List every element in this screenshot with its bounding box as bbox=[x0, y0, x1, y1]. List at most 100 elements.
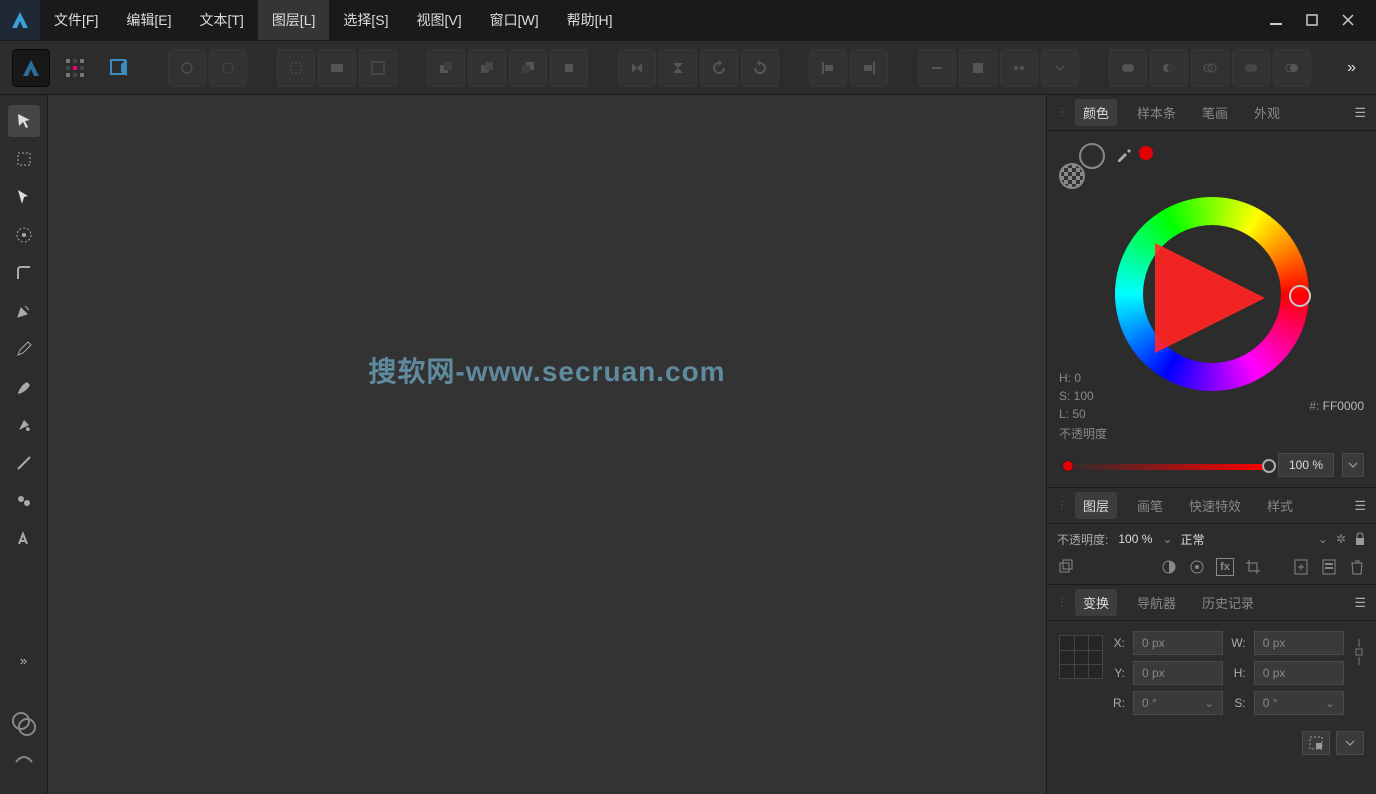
pen-tool[interactable] bbox=[8, 295, 40, 327]
menu-layer[interactable]: 图层[L] bbox=[258, 0, 330, 40]
pencil-tool[interactable] bbox=[8, 333, 40, 365]
opacity-slider[interactable] bbox=[1065, 464, 1270, 470]
shape-tool[interactable] bbox=[8, 485, 40, 517]
tab-appearance[interactable]: 外观 bbox=[1248, 99, 1286, 126]
align-right-button[interactable] bbox=[850, 49, 888, 87]
new-group-icon[interactable] bbox=[1320, 558, 1338, 576]
swap-colors-icon[interactable] bbox=[8, 746, 40, 778]
menu-select[interactable]: 选择[S] bbox=[329, 0, 402, 40]
crop-icon[interactable] bbox=[1244, 558, 1262, 576]
canvas[interactable]: 搜软网-www.secruan.com bbox=[48, 95, 1046, 794]
gear-icon[interactable]: ✲ bbox=[1336, 532, 1346, 546]
tab-transform[interactable]: 变换 bbox=[1075, 589, 1117, 616]
bool-divide-button[interactable] bbox=[1273, 49, 1311, 87]
r-input[interactable]: 0 °⌄ bbox=[1133, 691, 1223, 715]
transparency-tool[interactable] bbox=[8, 447, 40, 479]
arrange-back-button[interactable] bbox=[427, 49, 465, 87]
transform-panel-menu-icon[interactable]: ☰ bbox=[1354, 595, 1366, 611]
tool-overflow-button[interactable]: » bbox=[8, 644, 40, 676]
menu-edit[interactable]: 编辑[E] bbox=[112, 0, 185, 40]
dropdown-button[interactable] bbox=[1336, 731, 1364, 755]
snap-button-2[interactable] bbox=[959, 49, 997, 87]
persona-export-button[interactable] bbox=[100, 49, 138, 87]
flip-v-button[interactable] bbox=[659, 49, 697, 87]
h-input[interactable]: 0 px bbox=[1254, 661, 1344, 685]
artboard-tool[interactable] bbox=[8, 143, 40, 175]
link-wh-icon[interactable] bbox=[1354, 637, 1364, 667]
new-layer-icon[interactable] bbox=[1292, 558, 1310, 576]
bool-add-button[interactable] bbox=[1109, 49, 1147, 87]
opacity-dropdown[interactable] bbox=[1342, 453, 1364, 477]
tab-stroke[interactable]: 笔画 bbox=[1196, 99, 1234, 126]
layer-panel-menu-icon[interactable]: ☰ bbox=[1354, 498, 1366, 514]
chevron-down-icon[interactable]: ⌄ bbox=[1318, 532, 1328, 546]
snap-button-3[interactable] bbox=[1000, 49, 1038, 87]
bool-subtract-button[interactable] bbox=[1150, 49, 1188, 87]
rotate-cw-button[interactable] bbox=[741, 49, 779, 87]
panel-grip-icon[interactable]: ⋮ bbox=[1057, 500, 1067, 511]
fill-stroke-swatches[interactable] bbox=[1059, 143, 1105, 189]
persona-pixel-button[interactable] bbox=[56, 49, 94, 87]
blend-mode-select[interactable]: 正常 bbox=[1180, 531, 1309, 548]
align-left-button[interactable] bbox=[809, 49, 847, 87]
hue-indicator[interactable] bbox=[1289, 285, 1311, 307]
fx-icon[interactable]: fx bbox=[1216, 558, 1234, 576]
toolbar-overflow-button[interactable]: » bbox=[1339, 59, 1364, 77]
duplicate-layer-icon[interactable] bbox=[1057, 558, 1075, 576]
tab-navigator[interactable]: 导航器 bbox=[1131, 589, 1182, 616]
snap-dropdown[interactable] bbox=[1041, 49, 1079, 87]
toolbar-btn-b2[interactable] bbox=[318, 49, 356, 87]
align-button[interactable] bbox=[1302, 731, 1330, 755]
adjustment-icon[interactable] bbox=[1188, 558, 1206, 576]
menu-text[interactable]: 文本[T] bbox=[185, 0, 257, 40]
tab-layers[interactable]: 图层 bbox=[1075, 492, 1117, 519]
w-input[interactable]: 0 px bbox=[1254, 631, 1344, 655]
close-button[interactable] bbox=[1330, 0, 1366, 40]
lock-icon[interactable] bbox=[1354, 532, 1366, 546]
node-tool[interactable] bbox=[8, 181, 40, 213]
tab-color[interactable]: 颜色 bbox=[1075, 99, 1117, 126]
point-transform-tool[interactable] bbox=[8, 219, 40, 251]
color-panel-menu-icon[interactable]: ☰ bbox=[1354, 105, 1366, 121]
y-input[interactable]: 0 px bbox=[1133, 661, 1223, 685]
fill-tool[interactable] bbox=[8, 409, 40, 441]
move-tool[interactable] bbox=[8, 105, 40, 137]
panel-grip-icon[interactable]: ⋮ bbox=[1057, 597, 1067, 608]
vector-brush-tool[interactable] bbox=[8, 371, 40, 403]
chevron-down-icon[interactable]: ⌄ bbox=[1162, 532, 1172, 546]
x-input[interactable]: 0 px bbox=[1133, 631, 1223, 655]
tab-history[interactable]: 历史记录 bbox=[1196, 589, 1260, 616]
bool-xor-button[interactable] bbox=[1232, 49, 1270, 87]
trash-icon[interactable] bbox=[1348, 558, 1366, 576]
arrange-backward-button[interactable] bbox=[468, 49, 506, 87]
rotate-ccw-button[interactable] bbox=[700, 49, 738, 87]
text-tool[interactable] bbox=[8, 523, 40, 555]
arrange-forward-button[interactable] bbox=[509, 49, 547, 87]
persona-designer-button[interactable] bbox=[12, 49, 50, 87]
tab-effects[interactable]: 快速特效 bbox=[1183, 492, 1247, 519]
tab-swatches[interactable]: 样本条 bbox=[1131, 99, 1182, 126]
toolbar-btn-a2[interactable] bbox=[209, 49, 247, 87]
arrange-front-button[interactable] bbox=[550, 49, 588, 87]
menu-window[interactable]: 窗口[W] bbox=[476, 0, 553, 40]
layer-opacity-field[interactable]: 100 % bbox=[1116, 530, 1154, 548]
anchor-widget[interactable] bbox=[1059, 635, 1103, 679]
tab-styles[interactable]: 样式 bbox=[1261, 492, 1299, 519]
eyedropper-icon[interactable] bbox=[1115, 145, 1133, 163]
toolbar-btn-b1[interactable] bbox=[277, 49, 315, 87]
flip-h-button[interactable] bbox=[618, 49, 656, 87]
tab-brushes[interactable]: 画笔 bbox=[1131, 492, 1169, 519]
minimize-button[interactable] bbox=[1258, 0, 1294, 40]
color-selector-icon[interactable] bbox=[8, 708, 40, 740]
menu-file[interactable]: 文件[F] bbox=[40, 0, 112, 40]
maximize-button[interactable] bbox=[1294, 0, 1330, 40]
color-sample-dot[interactable] bbox=[1139, 146, 1153, 160]
s-input[interactable]: 0 °⌄ bbox=[1254, 691, 1344, 715]
toolbar-btn-b3[interactable] bbox=[359, 49, 397, 87]
menu-help[interactable]: 帮助[H] bbox=[553, 0, 627, 40]
snap-button-1[interactable] bbox=[918, 49, 956, 87]
color-wheel[interactable] bbox=[1115, 197, 1309, 391]
menu-view[interactable]: 视图[V] bbox=[403, 0, 476, 40]
mask-icon[interactable] bbox=[1160, 558, 1178, 576]
opacity-value-field[interactable]: 100 % bbox=[1278, 453, 1334, 477]
